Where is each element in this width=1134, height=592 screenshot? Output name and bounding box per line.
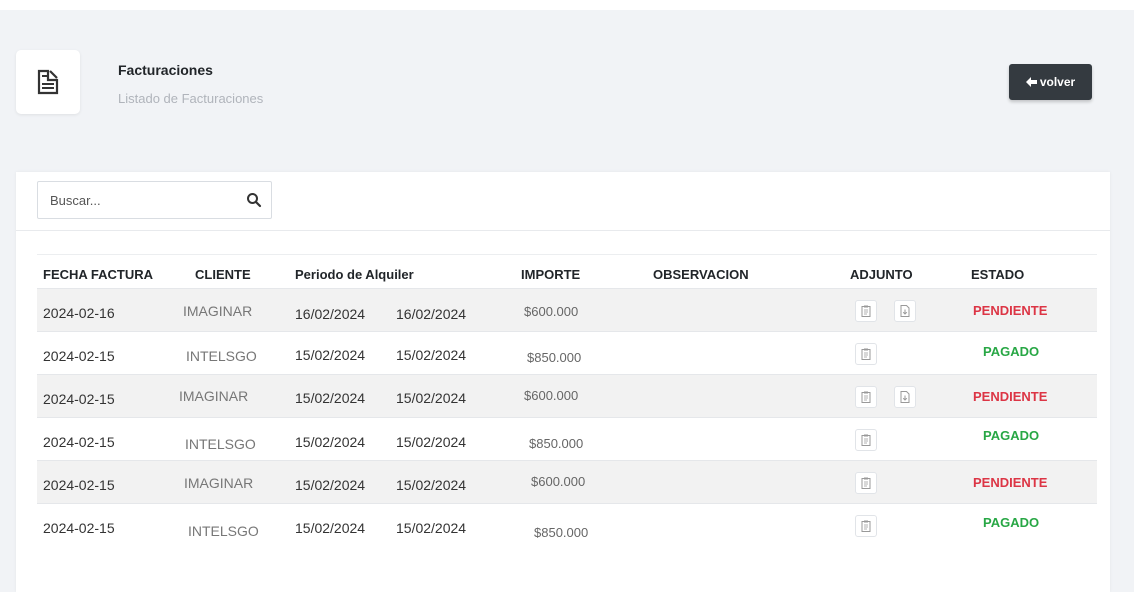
table-row: 2024-02-16 IMAGINAR 16/02/2024 16/02/2024 $6… [37,288,1097,332]
page-header: Facturaciones Listado de Facturaciones v… [0,10,1134,138]
cell-periodo-desde: 15/02/2024 [295,477,366,493]
table-row: 2024-02-15 IMAGINAR 15/02/2024 15/02/2024 $6… [37,460,1097,504]
status-badge: PENDIENTE [973,389,1048,404]
cell-importe: $850.000 [527,350,582,365]
cell-cliente: IMAGINAR [183,303,253,319]
cell-periodo-desde: 15/02/2024 [295,434,366,450]
page-subtitle: Listado de Facturaciones [118,91,264,106]
cell-periodo-desde: 15/02/2024 [295,390,366,406]
cell-periodo-hasta: 15/02/2024 [396,347,467,363]
header-importe: IMPORTE [521,267,581,282]
status-badge: PAGADO [983,428,1040,443]
attachment-view-button[interactable] [855,386,877,408]
clipboard-icon [861,477,871,489]
cell-periodo-desde: 15/02/2024 [295,347,366,363]
cell-cliente: INTELSGO [188,523,259,539]
header-cliente: CLIENTE [195,267,251,282]
cell-importe: $600.000 [524,304,579,319]
table-header: FECHA FACTURA CLIENTE Periodo de Alquile… [37,254,1097,289]
top-strip [0,0,1134,10]
cell-periodo-hasta: 16/02/2024 [396,306,467,322]
clipboard-icon [861,520,871,532]
file-download-icon [900,305,910,317]
status-badge: PENDIENTE [973,475,1048,490]
cell-cliente: INTELSGO [186,348,257,364]
back-button-label: volver [1039,75,1076,89]
attachment-view-button[interactable] [855,429,877,451]
clipboard-icon [861,348,871,360]
status-badge: PAGADO [983,344,1040,359]
cell-fecha: 2024-02-15 [43,434,115,450]
facturaciones-card: FECHA FACTURA CLIENTE Periodo de Alquile… [16,172,1110,592]
header-observacion: OBSERVACION [653,267,749,282]
search-box [37,181,272,219]
document-icon [16,50,80,114]
cell-fecha: 2024-02-15 [43,348,115,364]
cell-fecha: 2024-02-15 [43,391,115,407]
attachment-view-button[interactable] [855,515,877,537]
status-badge: PENDIENTE [973,303,1048,318]
cell-importe: $850.000 [529,436,584,451]
cell-cliente: INTELSGO [185,436,256,452]
cell-importe: $600.000 [531,474,586,489]
cell-fecha: 2024-02-15 [43,520,115,536]
search-input[interactable] [38,182,228,218]
cell-periodo-hasta: 15/02/2024 [396,520,467,536]
clipboard-icon [861,391,871,403]
divider [16,230,1110,231]
cell-periodo-desde: 15/02/2024 [295,520,366,536]
attachment-view-button[interactable] [855,343,877,365]
cell-importe: $850.000 [534,525,589,540]
cell-periodo-hasta: 15/02/2024 [396,434,467,450]
cell-fecha: 2024-02-16 [43,305,115,321]
attachment-view-button[interactable] [855,300,877,322]
table-row: 2024-02-15 INTELSGO 15/02/2024 15/02/2024 $8… [37,417,1097,461]
attachment-view-button[interactable] [855,472,877,494]
search-icon[interactable] [246,192,262,208]
attachment-download-button[interactable] [894,300,916,322]
clipboard-icon [861,305,871,317]
header-estado: ESTADO [971,267,1025,282]
cell-cliente: IMAGINAR [179,388,249,404]
attachment-download-button[interactable] [894,386,916,408]
table-row: 2024-02-15 INTELSGO 15/02/2024 15/02/2024 $8… [37,503,1097,547]
cell-cliente: IMAGINAR [184,475,254,491]
cell-periodo-hasta: 15/02/2024 [396,477,467,493]
cell-periodo-hasta: 15/02/2024 [396,390,467,406]
header-periodo: Periodo de Alquiler [295,267,414,282]
back-button[interactable]: volver [1009,64,1092,100]
file-download-icon [900,391,910,403]
table-row: 2024-02-15 INTELSGO 15/02/2024 15/02/2024 $8… [37,331,1097,375]
cell-importe: $600.000 [524,388,579,403]
header-fecha: FECHA FACTURA [43,267,154,282]
cell-fecha: 2024-02-15 [43,477,115,493]
table-row: 2024-02-15 IMAGINAR 15/02/2024 15/02/2024 $6… [37,374,1097,418]
page-title: Facturaciones [118,62,213,78]
clipboard-icon [861,434,871,446]
arrow-left-icon [1025,77,1037,87]
cell-periodo-desde: 16/02/2024 [295,306,366,322]
header-adjunto: ADJUNTO [850,267,913,282]
status-badge: PAGADO [983,515,1040,530]
